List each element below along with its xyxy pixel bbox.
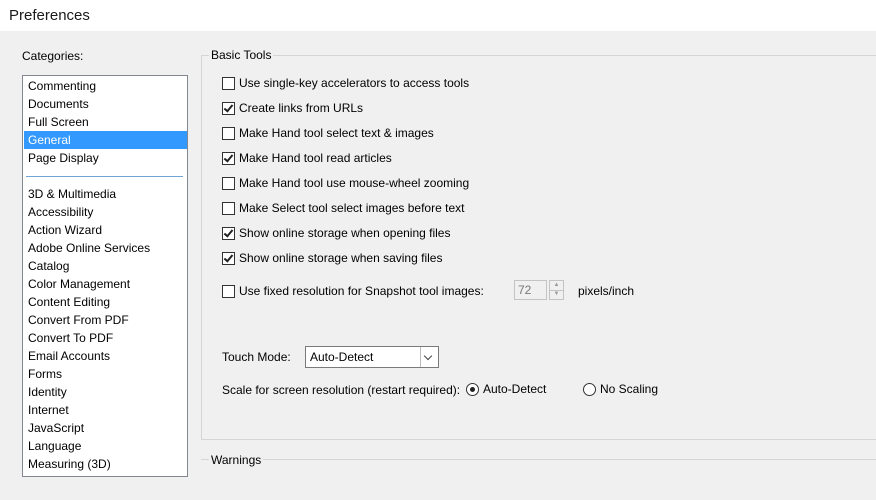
category-item[interactable]: Internet — [24, 401, 187, 419]
category-item[interactable]: Adobe Online Services — [24, 239, 187, 257]
option-checkbox[interactable] — [222, 226, 235, 240]
option-label: Make Hand tool use mouse-wheel zooming — [239, 176, 470, 190]
option-checkbox[interactable] — [222, 126, 235, 140]
basic-tools-option[interactable]: Show online storage when opening files — [222, 225, 450, 241]
category-item[interactable]: Forms — [24, 365, 187, 383]
basic-tools-option[interactable]: Create links from URLs — [222, 100, 363, 116]
category-item[interactable]: Action Wizard — [24, 221, 187, 239]
window-title: Preferences — [9, 7, 90, 24]
scale-auto-detect-label: Auto-Detect — [483, 382, 547, 396]
option-label: Show online storage when saving files — [239, 251, 443, 265]
category-item[interactable]: Color Management — [24, 275, 187, 293]
snapshot-resolution-checkbox[interactable] — [222, 284, 235, 298]
touch-mode-label: Touch Mode: — [222, 350, 291, 364]
snapshot-resolution-option[interactable]: Use fixed resolution for Snapshot tool i… — [222, 283, 484, 299]
radio-button-icon[interactable] — [466, 382, 479, 396]
category-item[interactable]: Documents — [24, 95, 187, 113]
basic-tools-option[interactable]: Show online storage when saving files — [222, 250, 442, 266]
category-item[interactable]: Commenting — [24, 77, 187, 95]
basic-tools-option[interactable]: Make Hand tool use mouse-wheel zooming — [222, 175, 469, 191]
scale-no-scaling-label: No Scaling — [600, 382, 659, 396]
touch-mode-select[interactable]: Auto-Detect — [305, 346, 439, 368]
option-label: Create links from URLs — [239, 101, 364, 115]
option-checkbox[interactable] — [222, 251, 235, 265]
warnings-title: Warnings — [209, 453, 264, 467]
warnings-group — [201, 459, 876, 500]
category-item[interactable]: Catalog — [24, 257, 187, 275]
chevron-down-icon[interactable] — [420, 347, 438, 367]
categories-separator — [26, 176, 183, 177]
basic-tools-option[interactable]: Use single-key accelerators to access to… — [222, 75, 469, 91]
option-label: Make Select tool select images before te… — [239, 201, 465, 215]
snapshot-resolution-input[interactable]: 72 — [514, 280, 547, 300]
category-item[interactable]: Convert To PDF — [24, 329, 187, 347]
scale-auto-detect-radio[interactable]: Auto-Detect — [466, 382, 546, 396]
option-checkbox[interactable] — [222, 101, 235, 115]
basic-tools-title: Basic Tools — [209, 48, 274, 62]
category-item[interactable]: Accessibility — [24, 203, 187, 221]
basic-tools-option[interactable]: Make Select tool select images before te… — [222, 200, 464, 216]
category-item[interactable]: Email Accounts — [24, 347, 187, 365]
category-item[interactable]: Full Screen — [24, 113, 187, 131]
category-item[interactable]: Content Editing — [24, 293, 187, 311]
basic-tools-option[interactable]: Make Hand tool select text & images — [222, 125, 434, 141]
arrow-down-icon[interactable]: ▼ — [550, 290, 563, 299]
categories-label: Categories: — [22, 49, 84, 63]
category-item[interactable]: JavaScript — [24, 419, 187, 437]
option-label: Use single-key accelerators to access to… — [239, 76, 470, 90]
categories-list[interactable]: Commenting Documents Full Screen General Pag… — [22, 75, 188, 477]
category-item[interactable]: Page Display — [24, 149, 187, 167]
title-bar: Preferences — [0, 0, 876, 31]
scale-label: Scale for screen resolution (restart req… — [222, 383, 461, 397]
option-label: Make Hand tool read articles — [239, 151, 392, 165]
category-item[interactable]: Measuring (3D) — [24, 455, 187, 473]
category-item[interactable]: Convert From PDF — [24, 311, 187, 329]
snapshot-resolution-label: Use fixed resolution for Snapshot tool i… — [239, 284, 484, 298]
category-item[interactable]: 3D & Multimedia — [24, 185, 187, 203]
option-checkbox[interactable] — [222, 76, 235, 90]
basic-tools-option[interactable]: Make Hand tool read articles — [222, 150, 392, 166]
category-item[interactable]: Language — [24, 437, 187, 455]
option-checkbox[interactable] — [222, 201, 235, 215]
option-label: Make Hand tool select text & images — [239, 126, 434, 140]
scale-no-scaling-radio[interactable]: No Scaling — [583, 382, 658, 396]
option-label: Show online storage when opening files — [239, 226, 451, 240]
category-item[interactable]: Identity — [24, 383, 187, 401]
option-checkbox[interactable] — [222, 151, 235, 165]
category-item[interactable]: General — [24, 131, 187, 149]
touch-mode-value: Auto-Detect — [310, 350, 374, 364]
option-checkbox[interactable] — [222, 176, 235, 190]
snapshot-resolution-spinner[interactable]: ▲ ▼ — [549, 280, 564, 300]
radio-button-icon[interactable] — [583, 382, 596, 396]
snapshot-units-label: pixels/inch — [578, 284, 635, 298]
